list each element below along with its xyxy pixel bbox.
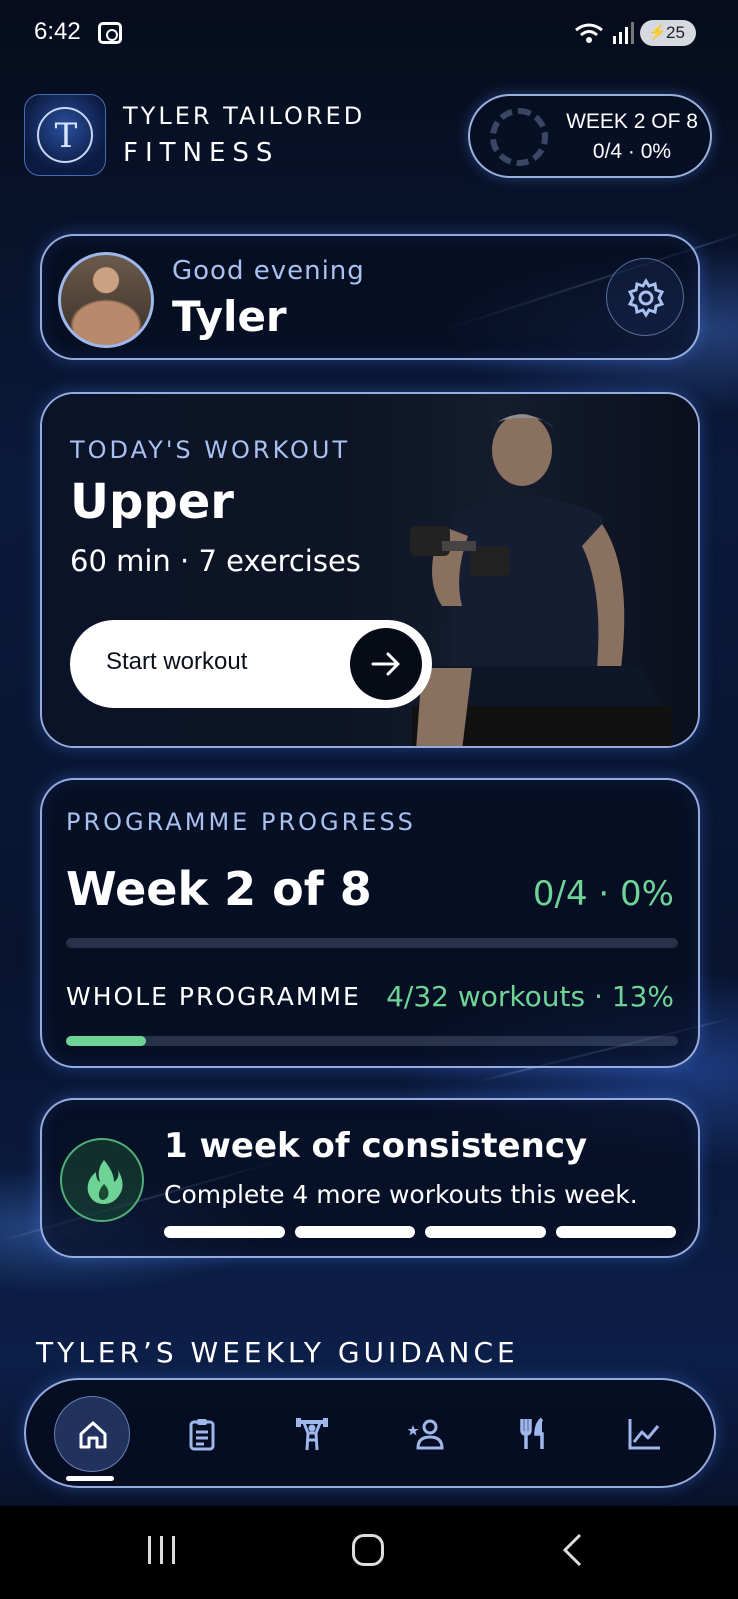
nav-workouts[interactable] [274,1396,350,1472]
week-progress-ring [490,108,548,166]
progress-week: Week 2 of 8 [66,862,372,916]
avatar[interactable] [58,252,154,348]
progress-kicker: PROGRAMME PROGRESS [66,808,416,836]
recents-button[interactable] [148,1536,178,1566]
streak-subtitle: Complete 4 more workouts this week. [164,1180,638,1209]
nav-progress[interactable] [606,1396,682,1472]
start-arrow-button[interactable] [350,628,422,700]
screenshot-icon [98,22,122,44]
week-progress-bar [66,938,678,948]
streak-segment [555,1226,676,1238]
brand-subname: FITNESS [123,138,280,168]
whole-programme-bar [66,1036,678,1046]
programme-progress-card[interactable]: PROGRAMME PROGRESS Week 2 of 8 0/4 · 0% … [40,778,700,1068]
wifi-icon [575,23,603,43]
nav-home[interactable] [54,1396,130,1472]
brand-logo: T [24,94,106,176]
whole-programme-stats: 4/32 workouts · 13% [386,980,674,1013]
whole-programme-fill [66,1036,146,1046]
week-pill-stats: 0/4 · 0% [592,140,672,163]
status-bar: 6:42 ⚡ 25 [0,0,738,66]
streak-title: 1 week of consistency [164,1126,588,1166]
brand-name: TYLER TAILORED [123,102,366,130]
streak-segment [294,1226,415,1238]
cutlery-icon [520,1417,544,1449]
battery-level: 25 [666,23,685,42]
consistency-card[interactable]: 1 week of consistency Complete 4 more wo… [40,1098,700,1258]
progress-week-stats: 0/4 · 0% [532,874,674,914]
week-progress-pill[interactable]: WEEK 2 OF 8 0/4 · 0% [468,94,712,178]
app-screen: 6:42 ⚡ 25 T TYLER TAILORED FITNESS WEEK … [0,0,738,1599]
start-workout-label: Start workout [106,648,248,675]
trainer-photo [410,414,672,746]
weekly-guidance-heading: TYLER’S WEEKLY GUIDANCE [36,1336,519,1369]
streak-segment [425,1226,546,1238]
workout-meta: 60 min · 7 exercises [70,544,361,578]
todays-workout-card[interactable]: TODAY'S WORKOUT Upper 60 min · 7 exercis… [40,392,700,748]
signal-icon [613,22,634,44]
settings-button[interactable] [606,258,684,336]
greeting-salutation: Good evening [172,256,365,286]
nav-active-indicator [66,1476,114,1481]
flame-icon [87,1160,123,1204]
arrow-right-icon [371,652,400,676]
battery-charging-icon: ⚡ [648,24,667,41]
flame-badge [60,1138,144,1222]
weightlifting-icon [296,1418,328,1451]
coach-icon [407,1419,444,1450]
streak-segment [164,1226,285,1238]
system-nav-bar [0,1506,738,1599]
gear-icon [627,278,665,318]
bottom-nav [24,1378,716,1488]
greeting-name: Tyler [172,292,287,341]
battery-indicator: ⚡ 25 [640,20,696,46]
streak-segments [164,1226,676,1238]
whole-programme-label: WHOLE PROGRAMME [66,982,361,1011]
status-time: 6:42 [34,18,81,45]
system-home-button[interactable] [352,1534,384,1566]
nav-coach[interactable] [386,1396,462,1472]
workout-kicker: TODAY'S WORKOUT [70,436,351,464]
nav-plan[interactable] [164,1396,240,1472]
workout-title: Upper [70,474,234,530]
nav-nutrition[interactable] [496,1396,572,1472]
chart-icon [628,1419,660,1450]
clipboard-icon [189,1419,215,1451]
logo-letter: T [54,116,78,156]
back-button[interactable] [560,1532,584,1568]
greeting-card: Good evening Tyler [40,234,700,360]
start-workout-button[interactable]: Start workout [70,620,432,708]
home-icon [79,1421,107,1449]
week-pill-label: WEEK 2 OF 8 [566,110,698,133]
